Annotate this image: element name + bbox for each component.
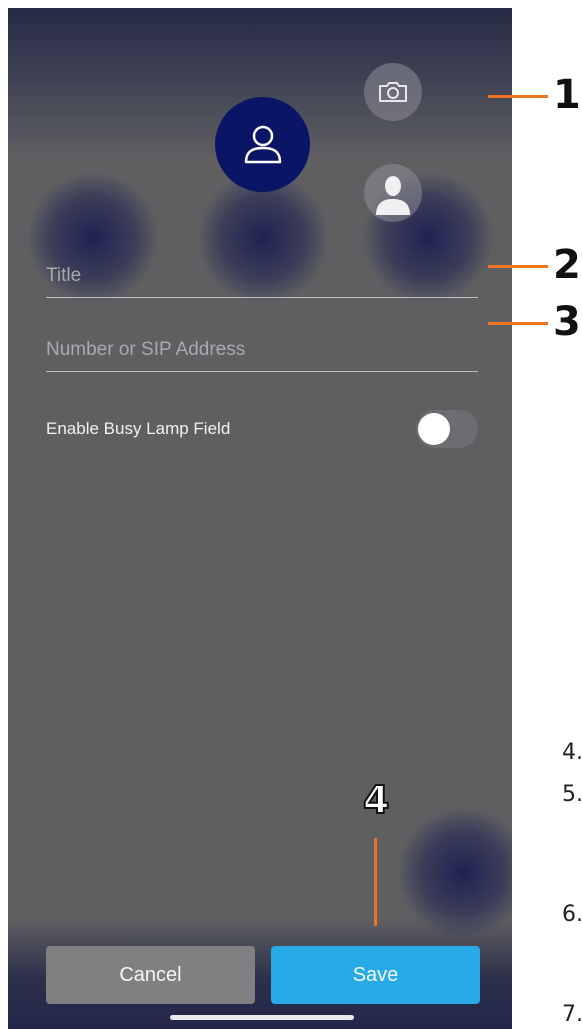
person-silhouette-icon: [376, 176, 410, 215]
camera-button[interactable]: [364, 63, 422, 121]
cancel-button[interactable]: Cancel: [46, 946, 255, 1004]
side-list-item: 5.: [562, 782, 582, 807]
phone-screen: Title Number or SIP Address Enable Busy …: [8, 8, 512, 1029]
number-field[interactable]: Number or SIP Address: [46, 327, 478, 372]
callout-line-4: [374, 838, 377, 926]
busy-lamp-field-label: Enable Busy Lamp Field: [46, 419, 231, 438]
side-list-item: 7.: [562, 1002, 582, 1027]
title-field[interactable]: Title: [46, 253, 478, 298]
person-outline-icon: [244, 125, 281, 163]
contact-photo-button[interactable]: [364, 164, 422, 222]
busy-lamp-field-row: Enable Busy Lamp Field: [46, 406, 478, 452]
avatar[interactable]: [215, 97, 310, 192]
side-list-item: 4.: [562, 740, 582, 765]
home-indicator: [170, 1015, 354, 1020]
callout-number-4: 4: [362, 777, 390, 823]
callout-number-3: 3: [553, 299, 581, 345]
number-placeholder: Number or SIP Address: [46, 339, 246, 360]
side-list-item: 6.: [562, 902, 582, 927]
save-button-label: Save: [352, 963, 399, 986]
busy-lamp-field-toggle[interactable]: [416, 410, 478, 448]
callout-line-2: [488, 265, 548, 268]
title-placeholder: Title: [46, 265, 82, 286]
callout-number-2: 2: [553, 242, 581, 288]
cancel-button-label: Cancel: [119, 963, 182, 986]
toggle-knob: [418, 413, 450, 445]
callout-number-1: 1: [553, 72, 581, 118]
callout-line-3: [488, 322, 548, 325]
camera-icon: [379, 82, 407, 102]
save-button[interactable]: Save: [271, 946, 480, 1004]
callout-line-1: [488, 95, 548, 98]
